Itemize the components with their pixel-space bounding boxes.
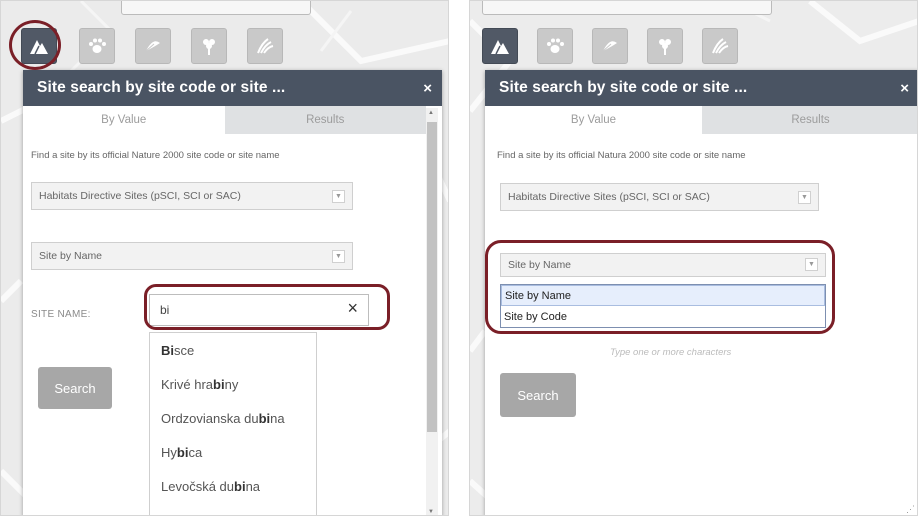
site-type-select[interactable]: Habitats Directive Sites (pSCI, SCI or S… (500, 183, 819, 211)
resize-grip-icon[interactable]: ⋰ (906, 504, 915, 515)
helper-text: Find a site by its official Nature 2000 … (31, 150, 280, 161)
highlight-callout (485, 240, 835, 334)
site-type-select[interactable]: Habitats Directive Sites (pSCI, SCI or S… (31, 182, 353, 210)
flower-tool-button[interactable] (647, 28, 683, 64)
plant-icon (145, 41, 160, 52)
close-icon[interactable]: × (900, 80, 909, 97)
right-screenshot: Site search by site code or site ... × B… (469, 0, 918, 516)
helper-text: Find a site by its official Natura 2000 … (497, 150, 746, 161)
tab-results[interactable]: Results (702, 106, 917, 134)
top-control-stub (121, 1, 311, 15)
chevron-down-icon: ▼ (332, 250, 345, 263)
panel-body: Find a site by its official Natura 2000 … (485, 150, 917, 161)
species-tool-button[interactable] (79, 28, 115, 64)
mountain-icon (491, 40, 509, 55)
left-screenshot: Site search by site code or site ... × B… (0, 0, 449, 516)
plant-tool-button[interactable] (592, 28, 628, 64)
panel-tabs: By Value Results (485, 106, 917, 134)
flower-tool-button[interactable] (191, 28, 227, 64)
suggestion-item[interactable]: Levočská du bi na (150, 469, 316, 503)
species-tool-button[interactable] (537, 28, 573, 64)
site-type-value: Habitats Directive Sites (pSCI, SCI or S… (39, 190, 241, 202)
panel-tabs: By Value Results (23, 106, 426, 134)
panel-title: Site search by site code or site ... (499, 79, 748, 96)
paw-icon (547, 38, 564, 53)
habitat-icon (257, 38, 274, 54)
highlight-callout (9, 20, 61, 70)
habitat-tool-button[interactable] (702, 28, 738, 64)
panel-titlebar: Site search by site code or site ... × (23, 70, 442, 106)
suggestion-item[interactable]: Ordzovianska du bi na (150, 401, 316, 435)
top-control-stub (482, 1, 772, 15)
suggestion-item[interactable]: Hy bi ca (150, 435, 316, 469)
scrollbar-thumb[interactable] (427, 122, 437, 432)
panel-scrollbar[interactable]: ▲ ▼ (426, 108, 438, 515)
tab-results[interactable]: Results (224, 106, 426, 134)
suggestion-item[interactable]: Krivé hra bi ny (150, 367, 316, 401)
site-name-label: SITE NAME: (31, 309, 91, 320)
search-by-select[interactable]: Site by Name ▼ (31, 242, 353, 270)
mountain-tool-button[interactable] (482, 28, 518, 64)
search-button[interactable]: Search (500, 373, 576, 417)
chevron-down-icon: ▼ (798, 191, 811, 204)
site-type-value: Habitats Directive Sites (pSCI, SCI or S… (508, 191, 710, 203)
scroll-down-icon[interactable]: ▼ (428, 509, 434, 515)
tab-by-value[interactable]: By Value (23, 106, 225, 134)
paw-icon (89, 38, 106, 53)
plant-icon (602, 41, 617, 52)
plant-tool-button[interactable] (135, 28, 171, 64)
tab-by-value[interactable]: By Value (485, 106, 702, 134)
suggestion-item[interactable]: Bi sce (150, 333, 316, 367)
habitat-tool-button[interactable] (247, 28, 283, 64)
flower-icon (203, 39, 215, 55)
close-icon[interactable]: × (423, 80, 432, 97)
habitat-icon (712, 38, 729, 54)
panel-titlebar: Site search by site code or site ... × (485, 70, 917, 106)
flower-icon (659, 39, 671, 55)
panel-body: Find a site by its official Nature 2000 … (23, 150, 442, 161)
search-by-value: Site by Name (39, 250, 103, 262)
scroll-up-icon[interactable]: ▲ (428, 110, 434, 116)
input-hint: Type one or more characters (610, 347, 732, 358)
highlight-callout (144, 284, 390, 330)
search-button[interactable]: Search (38, 367, 112, 409)
suggestion-list: Bi sce Krivé hra bi ny Ordzovianska du bi na … (149, 332, 317, 515)
chevron-down-icon: ▼ (332, 190, 345, 203)
panel-title: Site search by site code or site ... (37, 79, 286, 96)
